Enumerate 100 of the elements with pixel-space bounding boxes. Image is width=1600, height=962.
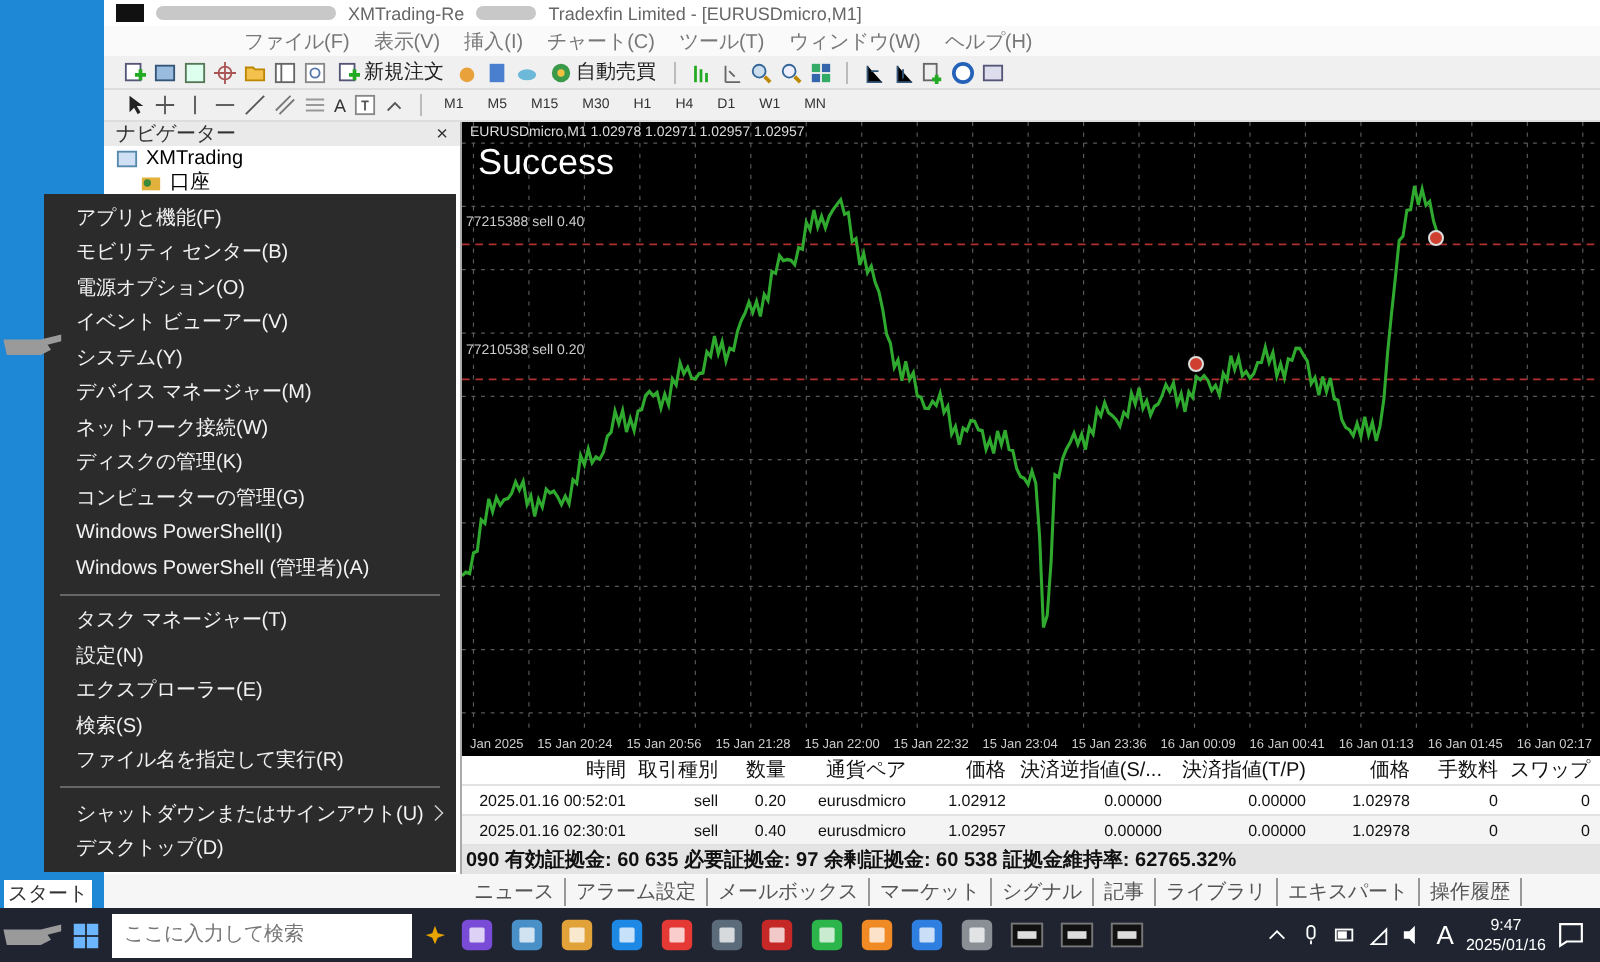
app-icon[interactable] bbox=[658, 916, 696, 954]
clock-icon[interactable] bbox=[952, 61, 974, 83]
menu-item[interactable]: Windows PowerShell(I) bbox=[44, 515, 456, 550]
new-order-button[interactable]: 新規注文 bbox=[334, 58, 448, 86]
menu-item[interactable]: システム(Y) bbox=[44, 340, 456, 375]
menu-item[interactable]: チャート(C) bbox=[547, 27, 655, 55]
new-order-icon bbox=[338, 61, 360, 83]
column-header[interactable]: 取引種別 bbox=[634, 756, 726, 784]
account-status: 090 有効証拠金: 60 635 必要証拠金: 97 余剰証拠金: 60 538 証拠金維持率: 62765.32% bbox=[462, 846, 1600, 874]
terminal-tab[interactable]: 記事 bbox=[1094, 877, 1156, 905]
column-header[interactable]: スワップ bbox=[1506, 756, 1598, 784]
terminal-tab[interactable]: アラーム設定 bbox=[566, 877, 708, 905]
new-chart-icon[interactable] bbox=[124, 61, 146, 83]
window-title: Tradexfin Limited - [EURUSDmicro,M1] bbox=[548, 3, 862, 23]
bar-chart-icon[interactable] bbox=[690, 61, 712, 83]
menu-item[interactable]: 表示(V) bbox=[373, 27, 441, 55]
tree-item[interactable]: 口座 bbox=[170, 168, 210, 196]
search-field[interactable]: ここに入力して検索 bbox=[112, 913, 412, 957]
column-header[interactable]: 数量 bbox=[726, 756, 794, 784]
indicator-icon[interactable] bbox=[922, 61, 944, 83]
column-header[interactable]: 決済逆指値(S/... bbox=[1014, 756, 1170, 784]
table-cell-text: 0.00000 bbox=[1246, 791, 1308, 809]
table-cell-text: 0 bbox=[1487, 821, 1500, 839]
auto-trading-button[interactable]: 自動売買 bbox=[546, 58, 660, 86]
window-icon[interactable] bbox=[184, 61, 206, 83]
text-tool[interactable]: A bbox=[334, 95, 347, 115]
crosshair-icon[interactable] bbox=[214, 61, 236, 83]
menu-item[interactable]: タスク マネージャー(T) bbox=[44, 603, 456, 638]
app-icon[interactable] bbox=[458, 916, 496, 954]
panel-icon[interactable] bbox=[274, 61, 296, 83]
menu-item[interactable]: ヘルプ(H) bbox=[944, 27, 1033, 55]
battery-icon[interactable] bbox=[1334, 924, 1357, 946]
column-header[interactable]: 時間 bbox=[462, 756, 634, 784]
menu-item[interactable]: ネットワーク接続(W) bbox=[44, 410, 456, 445]
menu-item[interactable]: アプリと機能(F) bbox=[44, 200, 456, 235]
wifi-icon[interactable] bbox=[1368, 924, 1391, 946]
table-cell-text: sell bbox=[691, 821, 720, 839]
terminal-tab[interactable]: マーケット bbox=[870, 877, 992, 905]
text-label-icon[interactable] bbox=[354, 94, 377, 116]
column-header[interactable]: 手数料 bbox=[1418, 756, 1506, 784]
clock-date[interactable]: 2025/01/16 bbox=[1465, 935, 1546, 955]
window-title: XMTrading-Re bbox=[348, 3, 465, 23]
menu-item[interactable]: シャットダウンまたはサインアウト(U) bbox=[44, 796, 456, 831]
menu-item[interactable]: ファイル(F) bbox=[244, 27, 350, 55]
menu-item[interactable]: 設定(N) bbox=[44, 638, 456, 673]
channel-icon[interactable] bbox=[274, 94, 296, 116]
menu-item[interactable]: コンピューターの管理(G) bbox=[44, 480, 456, 515]
crosshair-icon[interactable] bbox=[154, 94, 176, 116]
zoom-out-icon[interactable] bbox=[780, 61, 802, 83]
menu-item[interactable]: ディスクの管理(K) bbox=[44, 445, 456, 480]
menu-item[interactable]: Windows PowerShell (管理者)(A) bbox=[44, 550, 456, 585]
menu-item[interactable]: 挿入(I) bbox=[464, 27, 524, 55]
trendline-icon[interactable] bbox=[244, 94, 266, 116]
menu-item[interactable]: デバイス マネージャー(M) bbox=[44, 375, 456, 410]
tree-item[interactable]: XMTrading bbox=[146, 147, 244, 169]
start-button[interactable] bbox=[72, 921, 100, 949]
terminal-icon bbox=[116, 147, 138, 169]
folder-icon[interactable] bbox=[244, 61, 266, 83]
app-icon[interactable] bbox=[808, 916, 846, 954]
menu-item[interactable]: エクスプローラー(E) bbox=[44, 673, 456, 708]
terminal-tab[interactable]: エキスパート bbox=[1278, 877, 1420, 905]
menu-item[interactable]: イベント ビューアー(V) bbox=[44, 305, 456, 340]
terminal-tab[interactable]: ニュース bbox=[464, 877, 566, 905]
app-icon[interactable] bbox=[558, 916, 596, 954]
app-logo-icon bbox=[116, 4, 144, 22]
sparkle-icon[interactable] bbox=[424, 924, 446, 946]
terminal-tab[interactable]: ライブラリ bbox=[1156, 877, 1278, 905]
cursor-icon[interactable] bbox=[124, 94, 146, 116]
app-icon[interactable] bbox=[708, 916, 746, 954]
grid-icon[interactable] bbox=[810, 61, 832, 83]
terminal-tab[interactable]: メールボックス bbox=[708, 877, 870, 905]
app-icon[interactable] bbox=[508, 916, 546, 954]
app-icon[interactable] bbox=[858, 916, 896, 954]
menu-item[interactable]: 電源オプション(O) bbox=[44, 270, 456, 305]
column-header[interactable]: 価格 bbox=[1314, 756, 1418, 784]
table-cell-text: eurusdmicro bbox=[815, 791, 908, 809]
menu-item[interactable]: ウィンドウ(W) bbox=[788, 27, 921, 55]
app-icon[interactable] bbox=[958, 916, 996, 954]
close-button[interactable]: × bbox=[436, 123, 448, 145]
column-header[interactable]: 決済指値(T/P) bbox=[1170, 756, 1314, 784]
terminal-tab[interactable]: シグナル bbox=[992, 877, 1094, 905]
ime-indicator[interactable]: A bbox=[1436, 920, 1454, 950]
app-icon[interactable] bbox=[608, 916, 646, 954]
column-header[interactable]: 通貨ペア bbox=[794, 756, 914, 784]
menu-item[interactable]: モビリティ センター(B) bbox=[44, 235, 456, 270]
menu-item[interactable]: ファイル名を指定して実行(R) bbox=[44, 743, 456, 778]
clock-time[interactable]: 9:47 bbox=[1490, 915, 1522, 935]
table-cell-text: 1.02957 bbox=[946, 821, 1008, 839]
menu-item[interactable]: ツール(T) bbox=[678, 27, 765, 55]
notification-icon[interactable] bbox=[1558, 922, 1584, 948]
terminal-tab[interactable]: 操作履歴 bbox=[1420, 877, 1522, 905]
app-icon[interactable] bbox=[758, 916, 796, 954]
column-header[interactable]: 価格 bbox=[914, 756, 1014, 784]
table-cell-text: 2025.01.16 02:30:01 bbox=[477, 821, 628, 839]
menu-item[interactable]: 検索(S) bbox=[44, 708, 456, 743]
menu-item[interactable]: デスクトップ(D) bbox=[44, 831, 456, 866]
table-cell-text: 2025.01.16 00:52:01 bbox=[477, 791, 628, 809]
template-icon[interactable] bbox=[982, 61, 1004, 83]
zoom-in-icon[interactable] bbox=[750, 61, 772, 83]
app-icon[interactable] bbox=[908, 916, 946, 954]
